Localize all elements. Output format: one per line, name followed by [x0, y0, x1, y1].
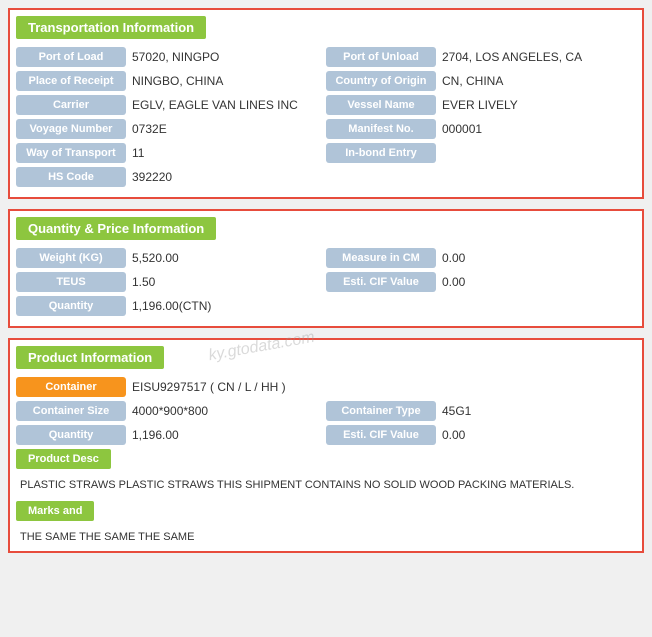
product-desc-header: Product Desc — [16, 449, 111, 469]
measure-in-cm-value: 0.00 — [442, 251, 636, 265]
measure-in-cm-label: Measure in CM — [326, 248, 436, 268]
transportation-header: Transportation Information — [16, 16, 206, 39]
teus-group: TEUS 1.50 — [16, 272, 326, 292]
teus-label: TEUS — [16, 272, 126, 292]
marks-text: THE SAME THE SAME THE SAME — [16, 529, 636, 545]
marks-header: Marks and — [16, 501, 94, 521]
port-of-unload-label: Port of Unload — [326, 47, 436, 67]
weight-value: 5,520.00 — [132, 251, 326, 265]
place-of-receipt-label: Place of Receipt — [16, 71, 126, 91]
measure-in-cm-group: Measure in CM 0.00 — [326, 248, 636, 268]
quantity-price-section: Quantity & Price Information Weight (KG)… — [8, 209, 644, 328]
way-of-transport-value: 11 — [132, 146, 326, 160]
quantity-price-header: Quantity & Price Information — [16, 217, 216, 240]
product-quantity-value: 1,196.00 — [132, 428, 326, 442]
product-quantity-row: Quantity 1,196.00 Esti. CIF Value 0.00 — [16, 425, 636, 445]
way-of-transport-label: Way of Transport — [16, 143, 126, 163]
quantity-label: Quantity — [16, 296, 126, 316]
in-bond-entry-group: In-bond Entry — [326, 143, 636, 163]
place-of-receipt-group: Place of Receipt NINGBO, CHINA — [16, 71, 326, 91]
vessel-name-label: Vessel Name — [326, 95, 436, 115]
manifest-no-group: Manifest No. 000001 — [326, 119, 636, 139]
esti-cif-label: Esti. CIF Value — [326, 272, 436, 292]
product-esti-cif-value: 0.00 — [442, 428, 636, 442]
weight-row: Weight (KG) 5,520.00 Measure in CM 0.00 — [16, 248, 636, 268]
voyage-row: Voyage Number 0732E Manifest No. 000001 — [16, 119, 636, 139]
product-quantity-group: Quantity 1,196.00 — [16, 425, 326, 445]
hs-code-label: HS Code — [16, 167, 126, 187]
port-of-load-group: Port of Load 57020, NINGPO — [16, 47, 326, 67]
container-size-label: Container Size — [16, 401, 126, 421]
product-desc-row: Product Desc — [16, 449, 636, 473]
container-type-label: Container Type — [326, 401, 436, 421]
container-label: Container — [16, 377, 126, 397]
container-type-value: 45G1 — [442, 404, 636, 418]
product-esti-cif-group: Esti. CIF Value 0.00 — [326, 425, 636, 445]
vessel-name-value: EVER LIVELY — [442, 98, 636, 112]
vessel-name-group: Vessel Name EVER LIVELY — [326, 95, 636, 115]
transport-row: Way of Transport 11 In-bond Entry — [16, 143, 636, 163]
transportation-section: Transportation Information Port of Load … — [8, 8, 644, 199]
weight-label: Weight (KG) — [16, 248, 126, 268]
teus-row: TEUS 1.50 Esti. CIF Value 0.00 — [16, 272, 636, 292]
carrier-label: Carrier — [16, 95, 126, 115]
product-quantity-label: Quantity — [16, 425, 126, 445]
quantity-group: Quantity 1,196.00(CTN) — [16, 296, 326, 316]
port-row: Port of Load 57020, NINGPO Port of Unloa… — [16, 47, 636, 67]
container-value: EISU9297517 ( CN / L / HH ) — [132, 380, 636, 394]
product-esti-cif-label: Esti. CIF Value — [326, 425, 436, 445]
quantity-value: 1,196.00(CTN) — [132, 299, 326, 313]
quantity-row: Quantity 1,196.00(CTN) — [16, 296, 636, 316]
way-of-transport-group: Way of Transport 11 — [16, 143, 326, 163]
country-of-origin-group: Country of Origin CN, CHINA — [326, 71, 636, 91]
container-size-group: Container Size 4000*900*800 — [16, 401, 326, 421]
receipt-row: Place of Receipt NINGBO, CHINA Country o… — [16, 71, 636, 91]
carrier-value: EGLV, EAGLE VAN LINES INC — [132, 98, 326, 112]
place-of-receipt-value: NINGBO, CHINA — [132, 74, 326, 88]
carrier-row: Carrier EGLV, EAGLE VAN LINES INC Vessel… — [16, 95, 636, 115]
port-of-unload-value: 2704, LOS ANGELES, CA — [442, 50, 636, 64]
esti-cif-value: 0.00 — [442, 275, 636, 289]
port-of-load-label: Port of Load — [16, 47, 126, 67]
weight-group: Weight (KG) 5,520.00 — [16, 248, 326, 268]
product-header: Product Information — [16, 346, 164, 369]
hs-code-value: 392220 — [132, 170, 326, 184]
hs-row: HS Code 392220 — [16, 167, 636, 187]
container-size-value: 4000*900*800 — [132, 404, 326, 418]
country-of-origin-label: Country of Origin — [326, 71, 436, 91]
teus-value: 1.50 — [132, 275, 326, 289]
country-of-origin-value: CN, CHINA — [442, 74, 636, 88]
carrier-group: Carrier EGLV, EAGLE VAN LINES INC — [16, 95, 326, 115]
port-of-load-value: 57020, NINGPO — [132, 50, 326, 64]
hs-code-group: HS Code 392220 — [16, 167, 326, 187]
container-group: Container EISU9297517 ( CN / L / HH ) — [16, 377, 636, 397]
in-bond-entry-label: In-bond Entry — [326, 143, 436, 163]
voyage-number-label: Voyage Number — [16, 119, 126, 139]
voyage-number-value: 0732E — [132, 122, 326, 136]
product-desc-text: PLASTIC STRAWS PLASTIC STRAWS THIS SHIPM… — [16, 477, 636, 493]
container-size-row: Container Size 4000*900*800 Container Ty… — [16, 401, 636, 421]
marks-row: Marks and — [16, 497, 636, 525]
container-type-group: Container Type 45G1 — [326, 401, 636, 421]
esti-cif-group: Esti. CIF Value 0.00 — [326, 272, 636, 292]
container-row: Container EISU9297517 ( CN / L / HH ) — [16, 377, 636, 397]
product-section: Product Information Container EISU929751… — [8, 338, 644, 553]
manifest-no-label: Manifest No. — [326, 119, 436, 139]
manifest-no-value: 000001 — [442, 122, 636, 136]
voyage-number-group: Voyage Number 0732E — [16, 119, 326, 139]
port-of-unload-group: Port of Unload 2704, LOS ANGELES, CA — [326, 47, 636, 67]
